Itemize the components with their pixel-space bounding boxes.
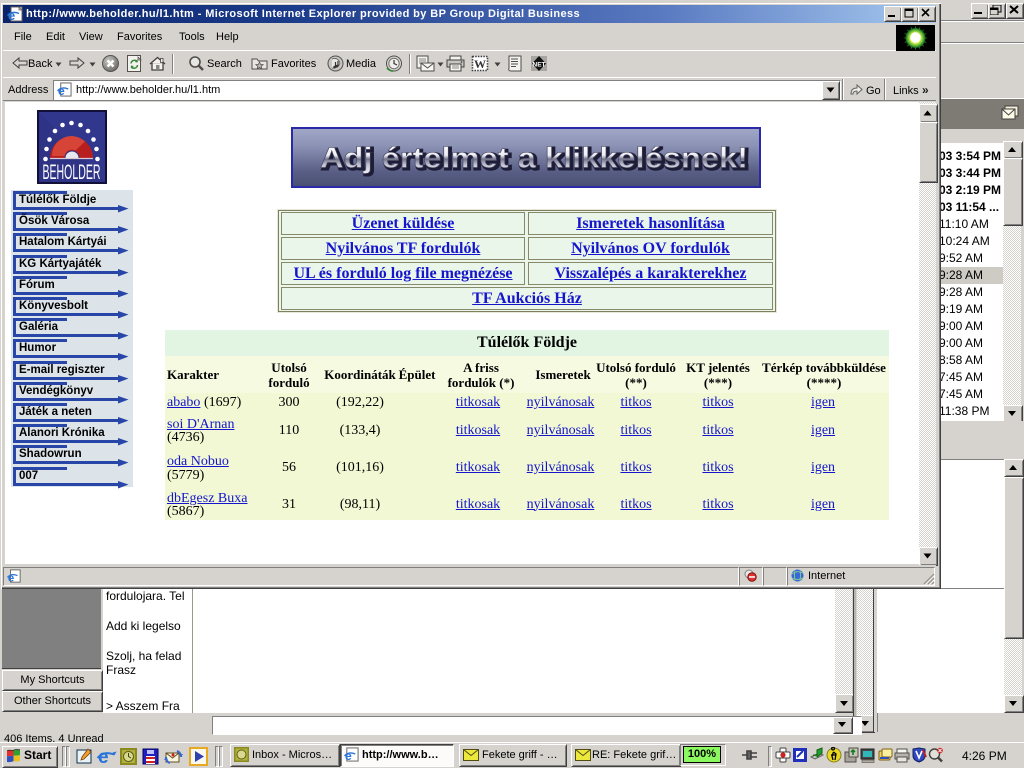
svg-text:BEHOLDER: BEHOLDER (43, 160, 101, 184)
svg-text:NET: NET (533, 62, 546, 69)
svg-text:e: e (345, 749, 352, 762)
svg-text:e: e (8, 8, 15, 22)
svg-text:Adj értelmet a klikkelésnek!: Adj értelmet a klikkelésnek! (320, 143, 748, 175)
svg-text:W: W (474, 57, 486, 71)
svg-text:e: e (58, 84, 65, 97)
svg-text:e: e (8, 572, 14, 583)
